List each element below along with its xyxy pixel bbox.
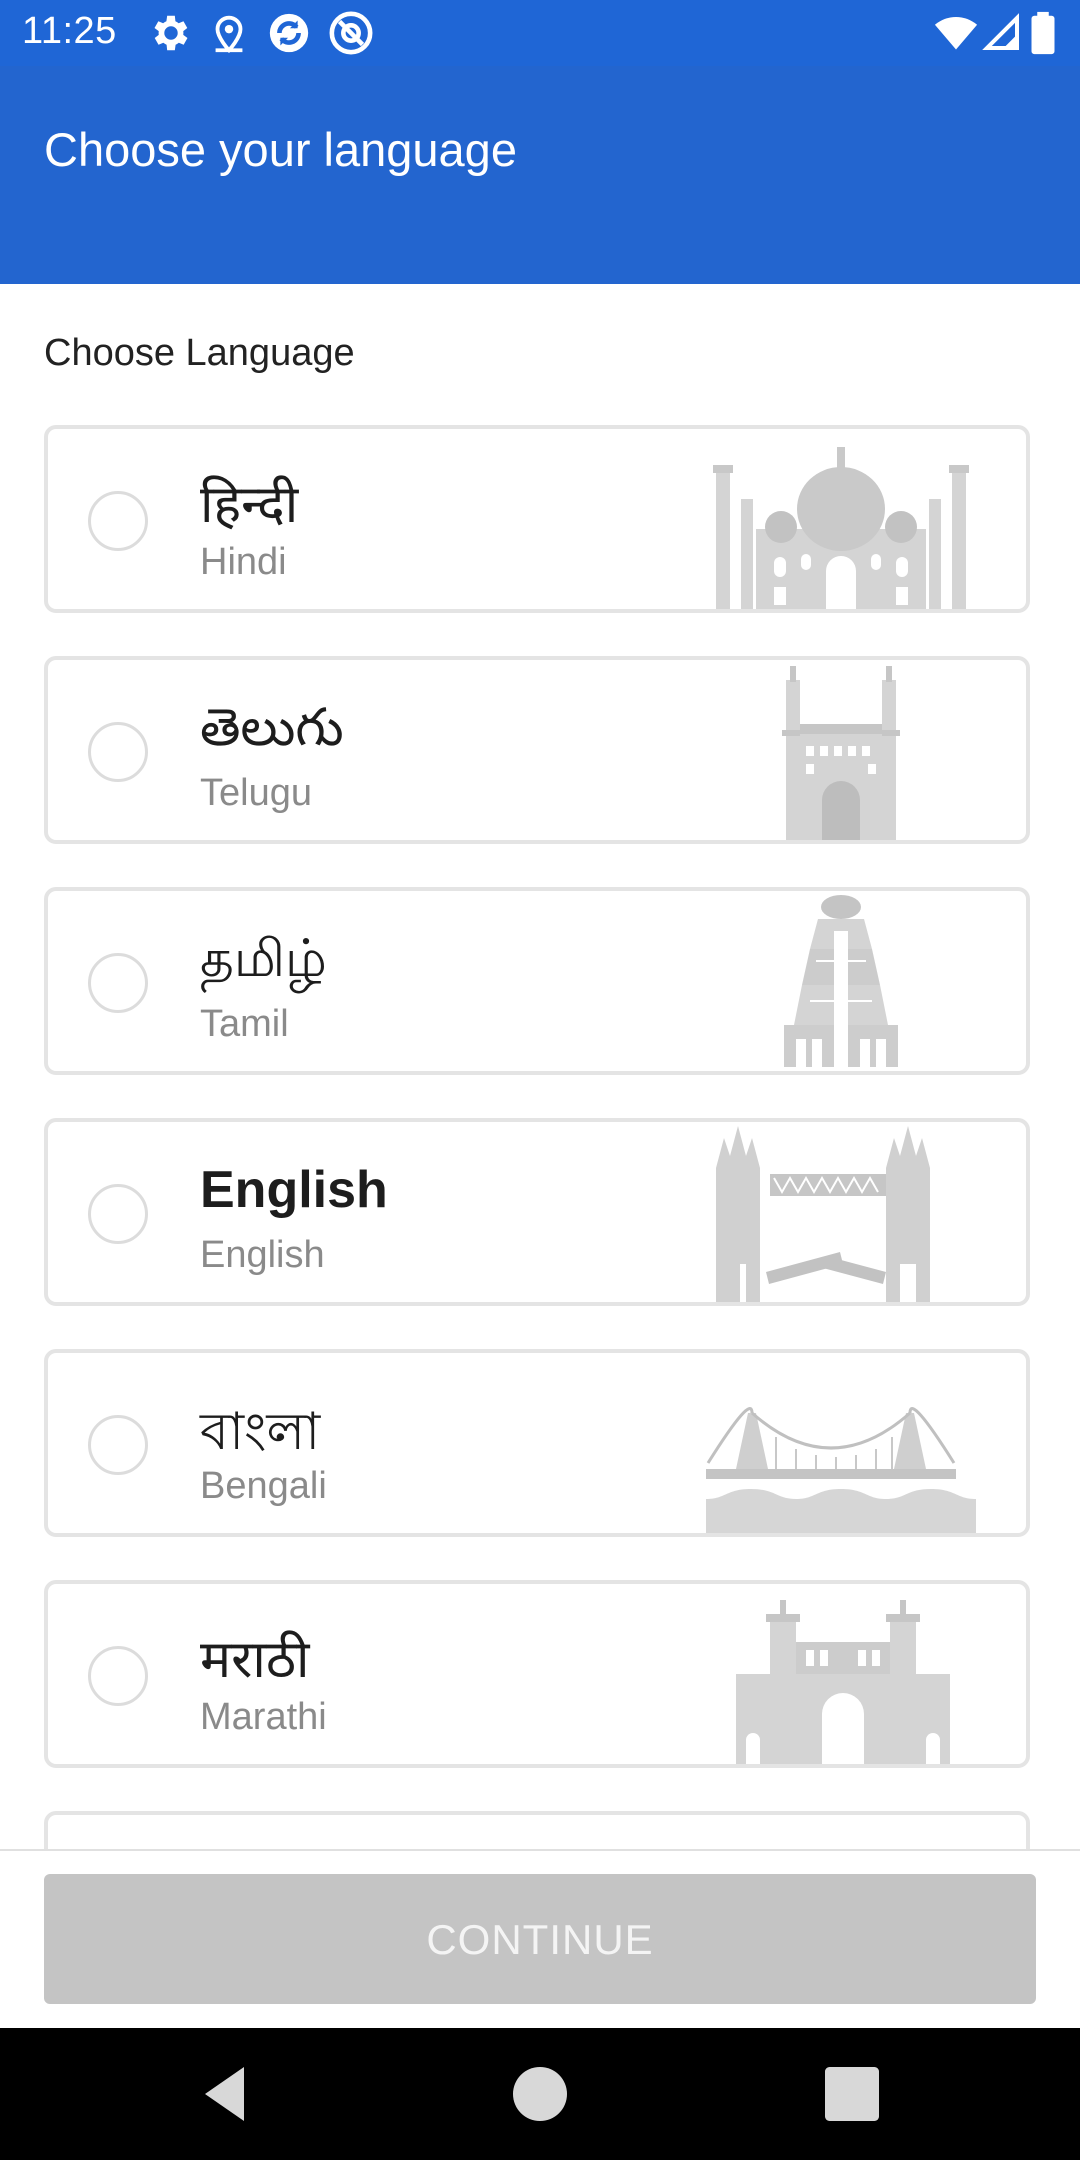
back-icon[interactable] (190, 2058, 262, 2130)
radio-button[interactable] (88, 1415, 148, 1475)
charminar-icon (782, 666, 900, 840)
radio-button[interactable] (88, 1184, 148, 1244)
language-native-name: English (200, 1161, 388, 1219)
howrah-bridge-icon (706, 1407, 976, 1533)
language-option-tamil[interactable]: தமிழ் Tamil (44, 887, 1030, 1075)
language-english-name: Hindi (200, 541, 287, 583)
language-native-name: मराठी (200, 1631, 310, 1689)
home-icon[interactable] (504, 2058, 576, 2130)
gear-icon (154, 15, 188, 51)
app-bar-title: Choose your language (44, 123, 517, 176)
sync-icon (269, 13, 309, 53)
radio-button[interactable] (88, 722, 148, 782)
language-english-name: Bengali (200, 1465, 327, 1507)
language-native-name: தமிழ் (200, 930, 327, 988)
status-time: 11:25 (22, 10, 117, 52)
language-english-name: Telugu (200, 772, 312, 814)
navigation-bar (0, 2028, 1080, 2160)
language-option-telugu[interactable]: తెలుగు Telugu (44, 656, 1030, 844)
continue-button[interactable]: CONTINUE (44, 1874, 1036, 2004)
location-icon (215, 15, 243, 54)
language-option-marathi[interactable]: मराठी Marathi (44, 1580, 1030, 1768)
language-english-name: Marathi (200, 1696, 327, 1738)
language-option-bengali[interactable]: বাংলা Bengali (44, 1349, 1030, 1537)
at-sign-icon (329, 11, 373, 55)
radio-button[interactable] (88, 953, 148, 1013)
language-native-name: हिन्दी (200, 476, 299, 534)
temple-gopuram-icon (776, 895, 906, 1071)
battery-icon (1031, 11, 1055, 55)
language-english-name: Tamil (200, 1003, 289, 1045)
radio-button[interactable] (88, 1646, 148, 1706)
language-option-english[interactable]: English English (44, 1118, 1030, 1306)
signal-icon (982, 13, 1019, 50)
gateway-of-india-icon (736, 1600, 950, 1764)
language-option-hindi[interactable]: हिन्दी Hindi (44, 425, 1030, 613)
tower-bridge-icon (716, 1126, 930, 1302)
status-bar: 11:25 (0, 0, 1080, 66)
section-label: Choose Language (44, 332, 355, 374)
language-english-name: English (200, 1234, 325, 1276)
app-bar: Choose your language (0, 66, 1080, 284)
recents-icon[interactable] (816, 2058, 888, 2130)
taj-mahal-icon (713, 447, 969, 609)
radio-button[interactable] (88, 491, 148, 551)
language-native-name: తెలుగు (200, 699, 344, 757)
wifi-icon (934, 17, 978, 50)
